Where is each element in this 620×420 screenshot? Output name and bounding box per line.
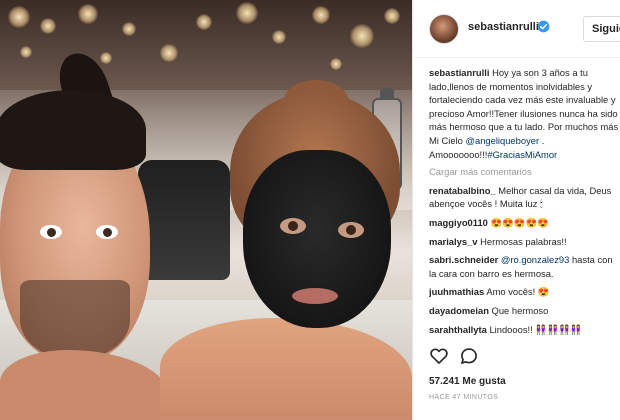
man-eye — [96, 225, 118, 239]
bokeh-light — [40, 18, 56, 34]
comment-username[interactable]: maggiyo0110 — [429, 217, 488, 228]
comment-username[interactable]: renatabalbino_ — [429, 185, 496, 196]
bokeh-light — [8, 6, 30, 28]
comment-text: Que hermoso — [491, 304, 549, 316]
comment-mention[interactable]: @ro.gonzalez93 — [501, 254, 569, 265]
username-link[interactable]: sebastianrulli — [468, 21, 539, 33]
post-sidebar: sebastianrulli Siguien sebastianrulli Ho… — [412, 0, 620, 420]
bokeh-light — [20, 46, 32, 58]
post-timestamp[interactable]: HACE 47 MINUTOS — [429, 394, 498, 401]
comment-item: dayadomeian Que hermoso — [429, 304, 619, 318]
action-bar — [429, 346, 609, 368]
heart-icon[interactable] — [429, 346, 449, 366]
comment-item: marialys_v Hermosas palabras!! — [429, 235, 619, 249]
comment-text: 😍😍😍😍😍 — [490, 216, 549, 228]
bokeh-light — [160, 44, 178, 62]
comments-list[interactable]: sebastianrulli Hoy ya son 3 años a tu la… — [429, 66, 619, 338]
woman-eye — [338, 222, 364, 238]
load-more-comments[interactable]: Cargar más comentarios — [429, 165, 619, 179]
follow-button[interactable]: Siguien — [583, 16, 620, 42]
bokeh-light — [350, 24, 374, 48]
caption-username[interactable]: sebastianrulli — [429, 67, 489, 78]
comment-username[interactable]: juuhmathias — [429, 286, 484, 297]
comment-item: sarahthallyta Lindooos!! 👭👭👭👭 — [429, 323, 619, 337]
bokeh-light — [312, 6, 330, 24]
caption-hashtag[interactable]: #GraciasMiAmor — [487, 149, 557, 160]
comment-item: juuhmathias Amo vocês! 😍 — [429, 285, 619, 299]
woman-eye — [280, 218, 306, 234]
comment-username[interactable]: sarahthallyta — [429, 324, 487, 335]
bokeh-light — [330, 58, 342, 70]
comment-text: Lindooos!! 👭👭👭👭 — [489, 323, 583, 335]
post-photo[interactable] — [0, 0, 412, 420]
comment-username[interactable]: dayadomeian — [429, 305, 489, 316]
comment-item: maggiyo0110 😍😍😍😍😍 — [429, 216, 619, 230]
comment-text: Amo vocês! 😍 — [486, 286, 550, 298]
bokeh-light — [384, 8, 400, 24]
man-beard — [20, 280, 130, 360]
bokeh-light — [272, 30, 286, 44]
verified-badge-icon — [537, 20, 550, 33]
man-hair — [0, 90, 146, 170]
bokeh-light — [196, 14, 212, 30]
bokeh-light — [100, 52, 112, 64]
woman-lips — [292, 288, 338, 304]
avatar[interactable] — [429, 14, 459, 44]
black-chair — [138, 160, 230, 280]
comment-username[interactable]: sabri.schneider — [429, 254, 498, 265]
caption-mention[interactable]: @angeliqueboyer — [465, 135, 539, 146]
likes-count[interactable]: 57.241 Me gusta — [429, 376, 506, 387]
bokeh-light — [236, 2, 258, 24]
man-eye — [40, 225, 62, 239]
bokeh-light — [78, 4, 98, 24]
comment-item: sabri.schneider @ro.gonzalez93 hasta con… — [429, 253, 619, 280]
comment-icon[interactable] — [459, 346, 479, 366]
comment-text: Hermosas palabras!! — [480, 235, 567, 247]
comment-username[interactable]: marialys_v — [429, 236, 477, 247]
post-header: sebastianrulli Siguien — [413, 0, 620, 58]
comment-item: renatabalbino_ Melhor casal da vida, Deu… — [429, 184, 619, 211]
post-caption: sebastianrulli Hoy ya son 3 años a tu la… — [429, 66, 619, 161]
bokeh-light — [122, 22, 136, 36]
